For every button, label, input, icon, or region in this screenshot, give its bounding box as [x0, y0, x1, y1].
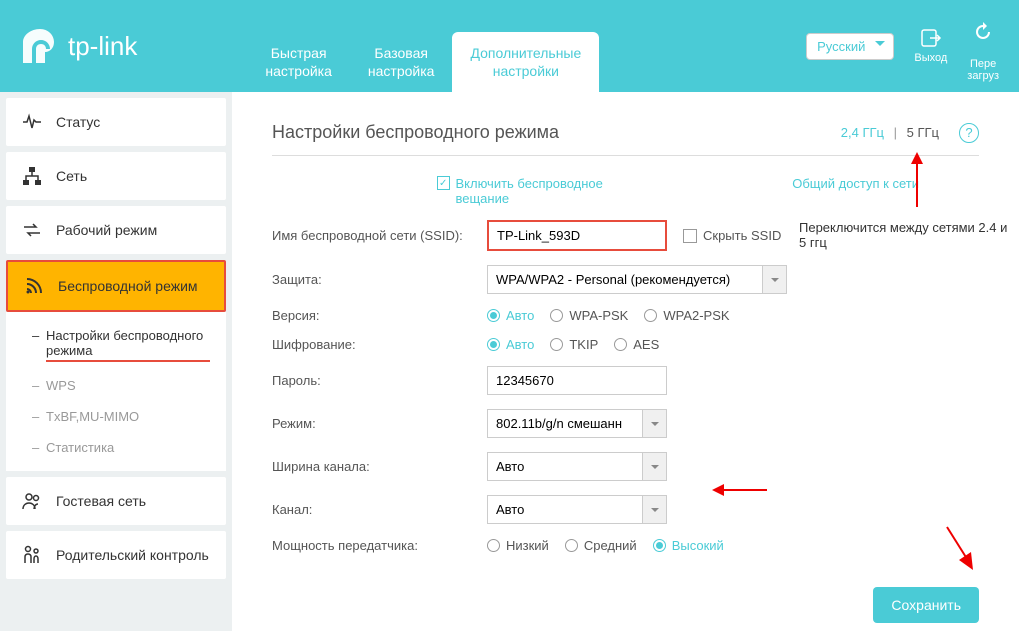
version-label: Версия: [272, 308, 487, 323]
txpower-label: Мощность передатчика: [272, 538, 487, 553]
wireless-submenu: Настройки беспроводного режима WPS TxBF,… [6, 312, 226, 471]
language-select[interactable]: Русский [806, 33, 894, 60]
logout-icon [920, 28, 942, 48]
security-label: Защита: [272, 272, 487, 287]
sub-wireless-settings[interactable]: Настройки беспроводного режима [6, 320, 226, 370]
txpower-low-radio[interactable]: Низкий [487, 538, 549, 553]
sub-stats[interactable]: Статистика [6, 432, 226, 463]
sidebar: Статус Сеть Рабочий режим Беспроводной р… [0, 92, 232, 631]
encryption-label: Шифрование: [272, 337, 487, 352]
channel-select[interactable]: Авто [487, 495, 667, 524]
security-select[interactable]: WPA/WPA2 - Personal (рекомендуется) [487, 265, 787, 294]
band-switch: 2,4 ГГц | 5 ГГц [841, 125, 939, 140]
tab-advanced[interactable]: Дополнительные настройки [452, 32, 599, 92]
version-wpa2-radio[interactable]: WPA2-PSK [644, 308, 729, 323]
logout-button[interactable]: Выход [914, 28, 947, 64]
band-24[interactable]: 2,4 ГГц [841, 125, 884, 140]
ssid-label: Имя беспроводной сети (SSID): [272, 228, 487, 243]
sub-txbf[interactable]: TxBF,MU-MIMO [6, 401, 226, 432]
hide-ssid-checkbox[interactable]: Скрыть SSID [683, 228, 781, 243]
nav-tabs: Быстрая настройка Базовая настройка Допо… [247, 0, 599, 92]
tab-quick-setup[interactable]: Быстрая настройка [247, 32, 350, 92]
enc-auto-radio[interactable]: Авто [487, 337, 534, 352]
brand-logo: tp-link [20, 26, 137, 66]
checkbox-empty-icon [683, 229, 697, 243]
opmode-icon [22, 220, 42, 240]
reboot-icon [972, 22, 994, 42]
parental-icon [22, 545, 42, 565]
version-wpa-radio[interactable]: WPA-PSK [550, 308, 628, 323]
chevron-down-icon [642, 496, 666, 523]
chevron-down-icon [642, 453, 666, 480]
version-auto-radio[interactable]: Авто [487, 308, 534, 323]
enc-tkip-radio[interactable]: TKIP [550, 337, 598, 352]
channel-width-select[interactable]: Авто [487, 452, 667, 481]
ssid-input[interactable] [487, 220, 667, 251]
enc-aes-radio[interactable]: AES [614, 337, 659, 352]
sidebar-item-opmode[interactable]: Рабочий режим [6, 206, 226, 254]
tplink-logo-icon [20, 26, 60, 66]
wifi-icon [24, 276, 44, 296]
brand-text: tp-link [68, 31, 137, 62]
header: tp-link Быстрая настройка Базовая настро… [0, 0, 1019, 92]
password-label: Пароль: [272, 373, 487, 388]
sidebar-item-network[interactable]: Сеть [6, 152, 226, 200]
network-share-link[interactable]: Общий доступ к сети [792, 176, 919, 191]
save-button[interactable]: Сохранить [873, 587, 979, 623]
network-icon [22, 166, 42, 186]
mode-label: Режим: [272, 416, 487, 431]
width-label: Ширина канала: [272, 459, 487, 474]
sidebar-item-guest[interactable]: Гостевая сеть [6, 477, 226, 525]
help-icon[interactable]: ? [959, 123, 979, 143]
page-title: Настройки беспроводного режима [272, 122, 559, 143]
password-input[interactable] [487, 366, 667, 395]
mode-select[interactable]: 802.11b/g/n смешанн [487, 409, 667, 438]
guest-icon [22, 491, 42, 511]
txpower-mid-radio[interactable]: Средний [565, 538, 637, 553]
sidebar-item-status[interactable]: Статус [6, 98, 226, 146]
reboot-button[interactable]: Пере загруз [967, 10, 999, 82]
enable-radio-checkbox[interactable]: ✓ Включить беспроводное вещание [437, 176, 637, 206]
channel-label: Канал: [272, 502, 487, 517]
chevron-down-icon [762, 266, 786, 293]
pulse-icon [22, 112, 42, 132]
sidebar-item-parental[interactable]: Родительский контроль [6, 531, 226, 579]
page-title-row: Настройки беспроводного режима 2,4 ГГц |… [272, 122, 979, 156]
content: Настройки беспроводного режима 2,4 ГГц |… [232, 92, 1019, 631]
band-5[interactable]: 5 ГГц [907, 125, 939, 140]
txpower-high-radio[interactable]: Высокий [653, 538, 724, 553]
tab-basic[interactable]: Базовая настройка [350, 32, 453, 92]
chevron-down-icon [642, 410, 666, 437]
sidebar-item-wireless[interactable]: Беспроводной режим [6, 260, 226, 312]
checkbox-checked-icon: ✓ [437, 176, 450, 190]
sub-wps[interactable]: WPS [6, 370, 226, 401]
